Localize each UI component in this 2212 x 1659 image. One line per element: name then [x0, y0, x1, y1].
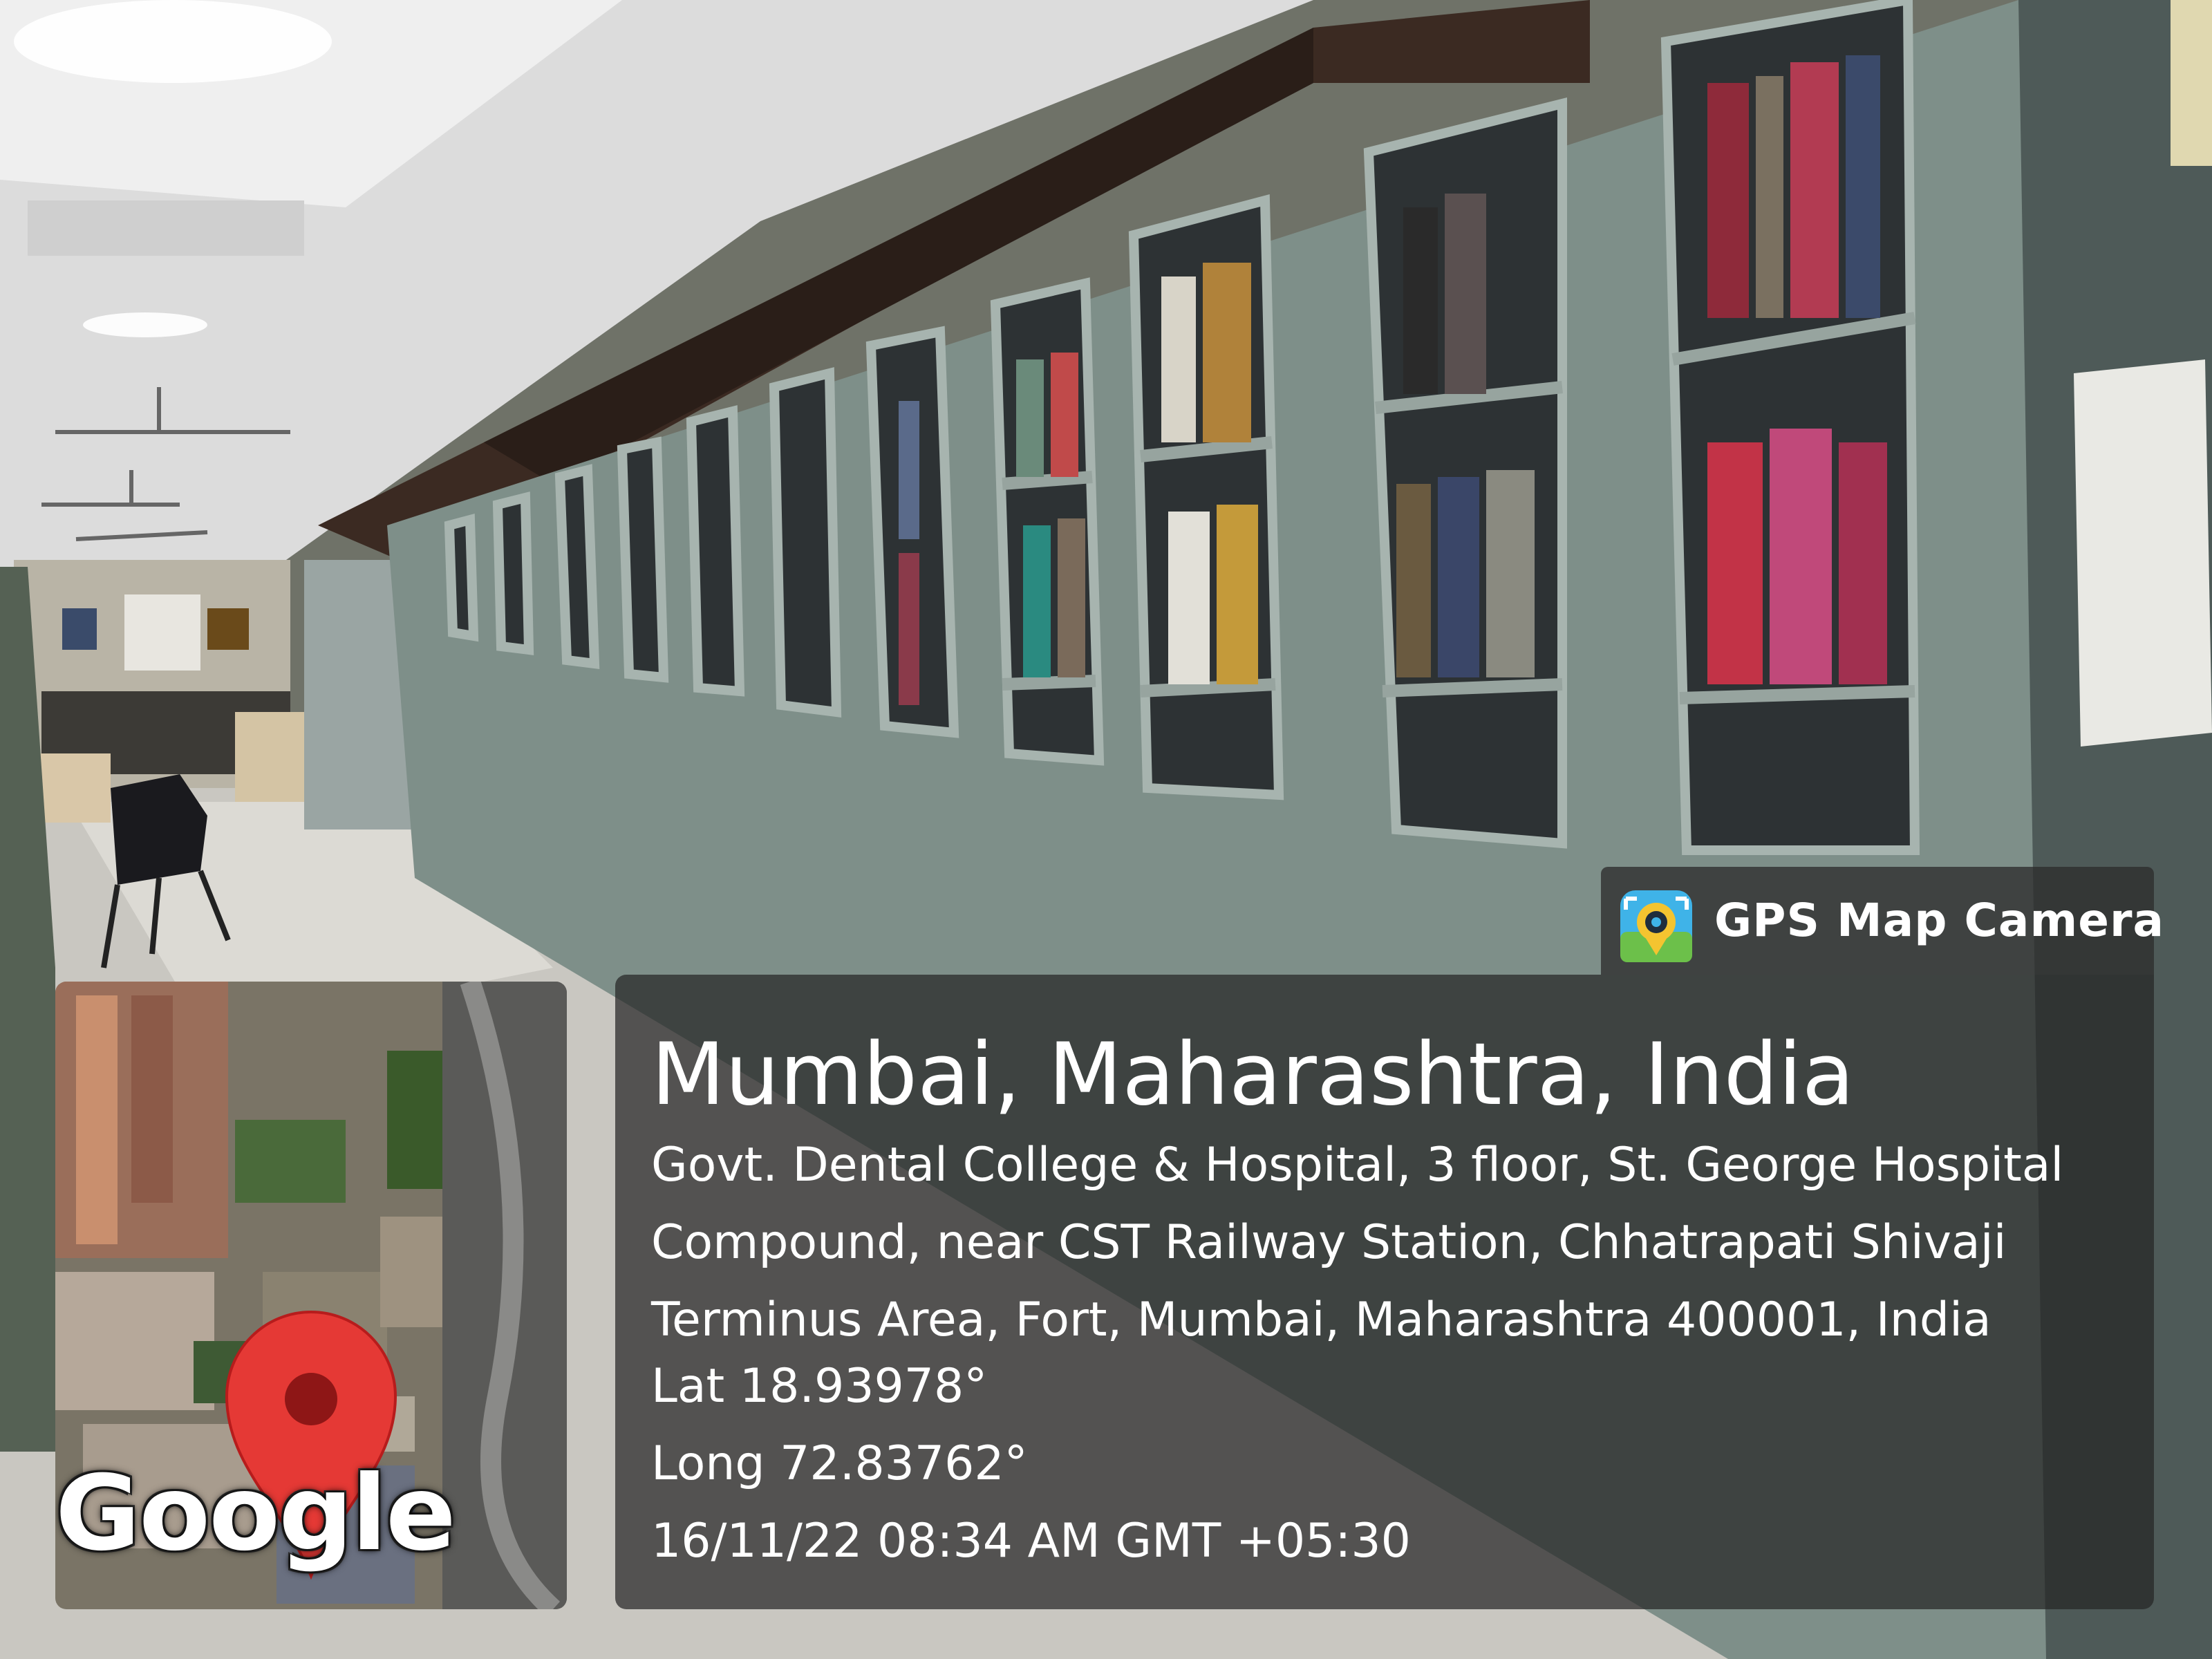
gps-map-camera-icon	[1620, 890, 1692, 962]
google-attribution: Google	[55, 1454, 456, 1574]
datetime-text: 16/11/22 08:34 AM GMT +05:30	[651, 1514, 1411, 1568]
location-address: Govt. Dental College & Hospital, 3 floor…	[651, 1138, 2064, 1347]
longitude-text: Long 72.83762°	[651, 1436, 1028, 1491]
gps-map-camera-badge: GPS Map Camera	[1601, 867, 2164, 975]
location-title: Mumbai, Maharashtra, India	[651, 1025, 1855, 1125]
location-info-panel: Mumbai, Maharashtra, India Govt. Dental …	[615, 975, 2154, 1609]
latitude-text: Lat 18.93978°	[651, 1359, 988, 1414]
satellite-map-thumbnail: Google	[55, 982, 567, 1609]
gps-map-camera-label: GPS Map Camera	[1714, 894, 2165, 947]
